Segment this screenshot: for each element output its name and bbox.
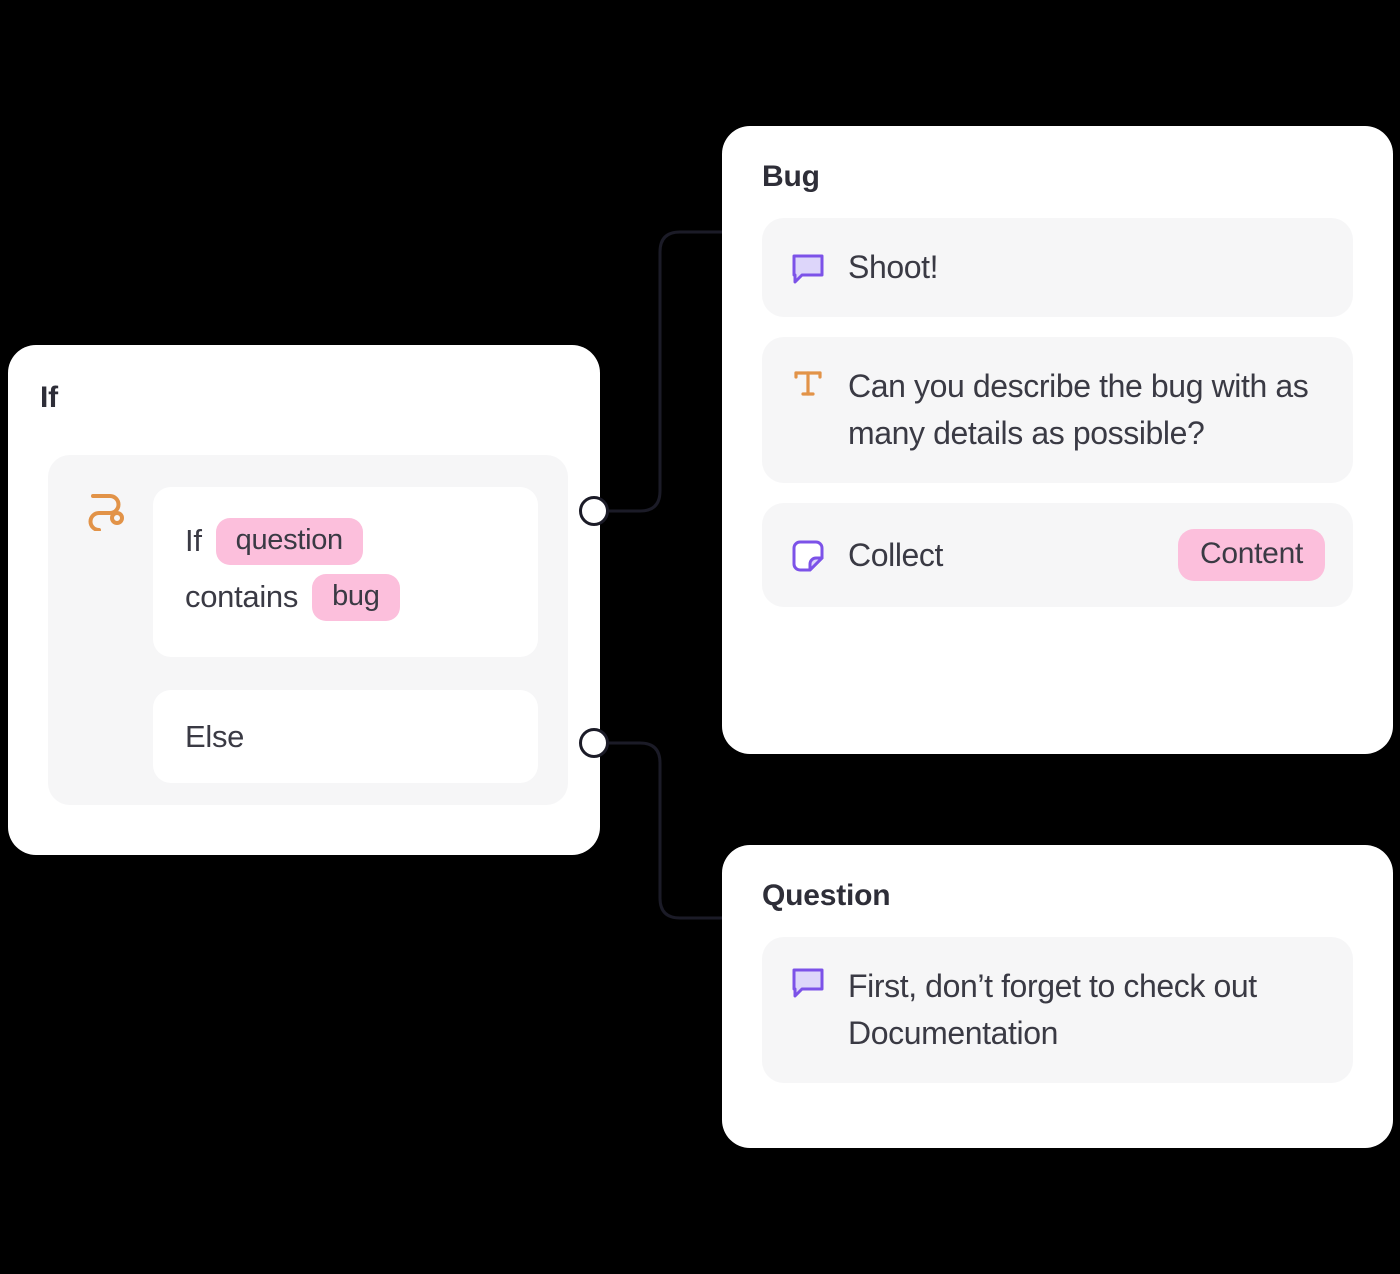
condition-value-pill[interactable]: bug [312,573,400,621]
bug-message-list: Shoot! Can you describe the bug with as … [762,218,1353,607]
speech-bubble-icon [790,965,826,1001]
message-row[interactable]: First, don’t forget to check out Documen… [762,937,1353,1083]
question-message-list: First, don’t forget to check out Documen… [762,937,1353,1083]
condition-operator: contains [185,579,299,614]
false-output-port[interactable] [579,728,609,758]
speech-bubble-icon [790,251,826,287]
node-question-title: Question [762,879,891,912]
text-format-icon [790,365,826,401]
true-output-port[interactable] [579,496,609,526]
condition-variable-pill[interactable]: question [215,517,363,565]
condition-keyword: If [185,523,202,558]
branch-row-else[interactable]: Else [153,690,538,783]
edge-if-false-to-question [607,741,724,920]
content-badge[interactable]: Content [1178,529,1325,581]
condition-line-1: If question [185,513,538,569]
branch-row-if[interactable]: If question contains bug [153,487,538,657]
node-bug[interactable]: Bug Shoot! Can you describe the bug with… [722,126,1393,754]
if-branch-panel: If question contains bug Else [48,455,568,805]
edge-if-true-to-bug [607,230,724,513]
message-text: Collect [848,536,944,573]
flow-canvas: If If question contains bug Else Bug Sho… [0,0,1400,1274]
message-text: Shoot! [848,249,939,285]
route-branch-icon [84,485,130,532]
condition-line-2: contains bug [185,569,538,625]
message-row[interactable]: Collect Content [762,503,1353,607]
node-if-title: If [40,381,58,414]
node-question[interactable]: Question First, don’t forget to check ou… [722,845,1393,1148]
message-row[interactable]: Shoot! [762,218,1353,317]
node-bug-title: Bug [762,160,820,193]
message-text: First, don’t forget to check out Documen… [848,968,1257,1051]
node-if[interactable]: If If question contains bug Else [8,345,600,855]
sticker-note-icon [790,538,826,574]
else-label: Else [185,719,245,754]
message-text: Can you describe the bug with as many de… [848,368,1309,451]
message-row[interactable]: Can you describe the bug with as many de… [762,337,1353,483]
